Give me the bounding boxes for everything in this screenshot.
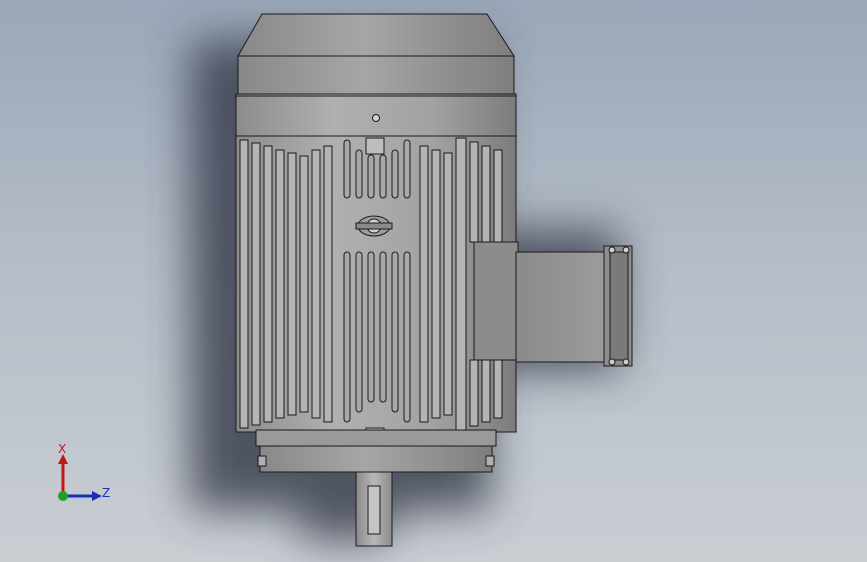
motor-3d-model[interactable]	[0, 0, 867, 562]
motor-shaft[interactable]	[355, 471, 393, 547]
x-axis-arrow	[58, 454, 68, 496]
top-clip	[365, 137, 385, 155]
graphics-viewport[interactable]: X Z	[0, 0, 867, 562]
terminal-box[interactable]	[473, 241, 633, 367]
z-axis-label: Z	[102, 486, 111, 500]
x-axis-label: X	[58, 442, 67, 456]
fan-cover[interactable]	[235, 13, 517, 137]
triad-plane	[72, 484, 86, 495]
hole-marker	[372, 114, 380, 122]
drive-end-flange[interactable]	[255, 429, 497, 473]
y-axis-dot	[58, 491, 68, 501]
